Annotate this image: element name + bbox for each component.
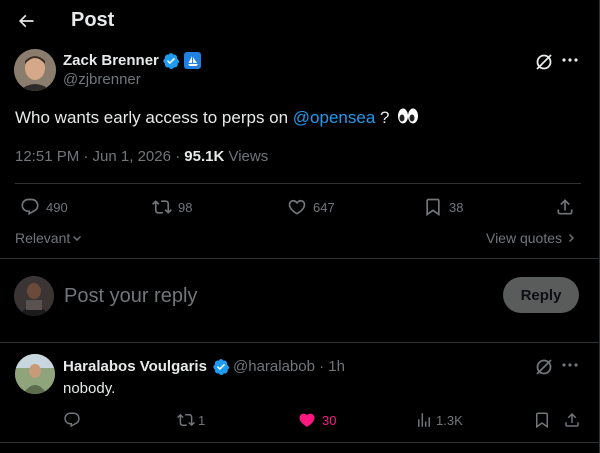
affiliate-badge[interactable] <box>184 52 201 69</box>
post-timestamp[interactable]: 12:51 PM · Jun 1, 2026 · <box>15 148 184 165</box>
user-photo <box>14 276 54 316</box>
eyes-emoji-icon <box>398 108 419 124</box>
chevron-right-icon <box>569 234 574 242</box>
reply-icon <box>64 412 80 428</box>
grok-icon <box>536 54 552 70</box>
reply-icon <box>21 198 39 216</box>
bookmark-action[interactable] <box>533 411 551 429</box>
reply-author-name[interactable]: Haralabos Voulgaris <box>63 358 207 375</box>
reply-count: 490 <box>46 199 68 215</box>
post-column: Post Zack Brenner @zjbrenner Who wants e… <box>0 0 600 453</box>
reply-text: nobody. <box>63 380 116 397</box>
reply-button[interactable]: Reply <box>503 277 579 313</box>
grok-button[interactable] <box>534 357 554 377</box>
author-handle[interactable]: @zjbrenner <box>63 71 141 88</box>
post-meta: 12:51 PM · Jun 1, 2026 · 95.1K Views <box>15 148 268 165</box>
sort-dropdown[interactable]: Relevant <box>15 230 83 246</box>
avatar[interactable] <box>14 276 54 316</box>
reply-action[interactable]: 490 <box>20 197 68 217</box>
author-photo <box>14 49 56 91</box>
divider <box>0 258 599 259</box>
bar-chart-icon <box>418 413 430 427</box>
like-action[interactable]: 647 <box>287 197 335 217</box>
like-count: 647 <box>313 199 335 215</box>
reply-action[interactable] <box>63 411 81 429</box>
repost-action[interactable]: 1 <box>177 411 205 429</box>
grok-button[interactable] <box>534 52 554 72</box>
share-icon <box>557 199 573 215</box>
view-quotes-label: View quotes <box>485 230 562 246</box>
like-count: 30 <box>322 412 337 428</box>
share-action[interactable] <box>563 411 581 429</box>
post-text-end: ? <box>375 108 390 127</box>
chevron-down-icon <box>73 236 82 241</box>
sailboat-icon <box>187 55 198 66</box>
ellipsis-icon <box>562 58 578 62</box>
divider <box>0 342 599 343</box>
repost-action[interactable]: 98 <box>152 197 192 217</box>
bookmark-count: 38 <box>449 199 464 215</box>
views-count: 95.1K <box>184 148 225 165</box>
share-icon <box>565 412 579 427</box>
reply-input[interactable] <box>64 282 484 310</box>
arrow-left-icon <box>18 14 34 28</box>
avatar[interactable] <box>15 354 55 394</box>
repost-icon <box>177 413 195 427</box>
divider <box>0 442 599 443</box>
bookmark-action[interactable]: 38 <box>423 197 463 217</box>
avatar[interactable] <box>14 49 56 91</box>
back-button[interactable] <box>14 9 38 33</box>
post-text-start: Who wants early access to perps on <box>15 108 293 127</box>
view-quotes-link[interactable]: View quotes <box>486 230 577 246</box>
share-action[interactable] <box>555 197 575 217</box>
ellipsis-icon <box>562 363 578 367</box>
views-action[interactable]: 1.3K <box>415 411 463 429</box>
repost-count: 98 <box>178 199 193 215</box>
verified-badge-icon <box>163 52 180 70</box>
grok-icon <box>536 359 552 375</box>
bookmark-icon <box>536 412 548 429</box>
more-options-button[interactable] <box>559 355 581 375</box>
sort-label: Relevant <box>15 230 71 246</box>
like-action[interactable]: 30 <box>298 411 336 429</box>
more-options-button[interactable] <box>559 50 581 70</box>
verified-badge-icon <box>213 358 230 376</box>
author-name[interactable]: Zack Brenner <box>63 52 159 69</box>
post-text: Who wants early access to perps on @open… <box>15 107 419 128</box>
page-header: Post <box>0 0 599 42</box>
divider <box>15 183 581 184</box>
bookmark-icon <box>426 198 440 217</box>
views-label: Views <box>224 148 269 165</box>
repost-count: 1 <box>198 412 206 428</box>
heart-icon <box>288 199 306 215</box>
reply-author-handle[interactable]: @haralabob · 1h <box>233 358 345 375</box>
repost-icon <box>152 200 172 214</box>
page-title: Post <box>71 9 115 31</box>
mention-link[interactable]: @opensea <box>293 108 376 127</box>
heart-filled-icon <box>299 413 315 427</box>
reply-author-photo <box>15 354 55 394</box>
views-count: 1.3K <box>436 412 463 428</box>
